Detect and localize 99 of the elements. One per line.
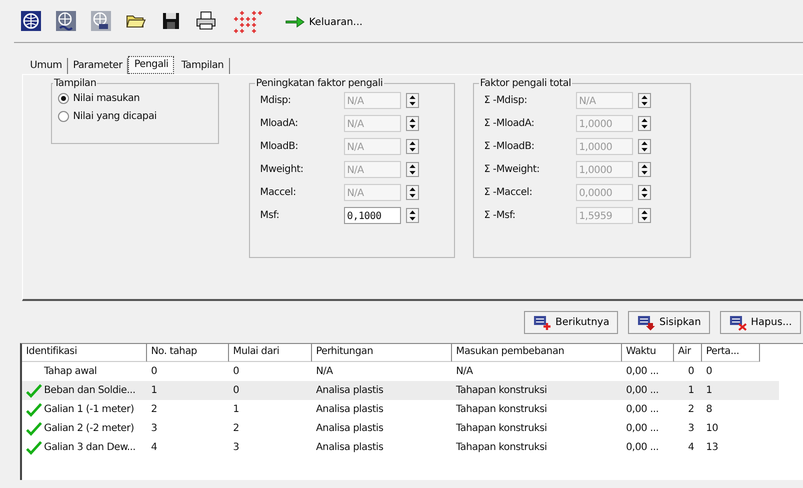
selected-row[interactable]: Beban dan Soldie... 1 0 Analisa plastis Tahapan konstruksi 0,00 ... 1 1 (22, 381, 779, 400)
table-cell: Analisa plastis (316, 423, 384, 434)
radio-label[interactable]: Nilai masukan (73, 92, 140, 104)
spinner-icon[interactable] (638, 208, 651, 223)
field-label: Maccel: (260, 187, 297, 198)
table-cell: Analisa plastis (316, 385, 384, 396)
table-cell: Galian 2 (-2 meter) (44, 423, 134, 434)
spinner-icon[interactable] (638, 162, 651, 177)
field-label: Mdisp: (260, 95, 292, 106)
spinner-icon[interactable] (638, 93, 651, 108)
spinner-icon[interactable] (406, 162, 419, 177)
radio-label[interactable]: Nilai yang dicapai (73, 110, 157, 122)
number-field[interactable]: 0,1000 (344, 207, 401, 224)
field-label: Σ -MloadB: (484, 141, 536, 152)
field-label: Σ -Mweight: (484, 164, 541, 175)
column-header[interactable]: Masukan pembebanan (452, 344, 622, 362)
table-cell: 10 (706, 423, 718, 434)
field-label: Msf: (260, 210, 280, 221)
spinner-icon[interactable] (638, 116, 651, 131)
table-cell: 2 (151, 404, 158, 415)
table-row[interactable]: Galian 3 dan Dew... 4 3 Analisa plastis Tahapan konstruksi 0,00 ... 4 13 (22, 438, 803, 457)
field-label: Σ -Msf: (484, 210, 516, 221)
phase-button[interactable]: Sisipkan (628, 311, 710, 334)
table-cell: N/A (316, 366, 333, 377)
table-cell: 0,00 ... (626, 423, 659, 434)
field-label: MloadB: (260, 141, 300, 152)
table-cell: 3 (151, 423, 158, 434)
spinner-icon[interactable] (406, 185, 419, 200)
tab[interactable]: Pengali (128, 56, 174, 74)
table-cell: Tahapan konstruksi (456, 423, 547, 434)
arrow-icon (285, 16, 305, 28)
tab[interactable]: Umum (25, 58, 68, 74)
table-cell: 8 (706, 404, 712, 415)
spinner-icon[interactable] (638, 185, 651, 200)
table-cell: Analisa plastis (316, 442, 384, 453)
column-header[interactable]: Waktu (622, 344, 674, 362)
table-cell: 0 (151, 366, 158, 377)
table-cell: 4 (151, 442, 158, 453)
table-cell: 0,00 ... (626, 404, 659, 415)
table-cell: 1 (688, 385, 694, 396)
field-label: Σ -Maccel: (484, 187, 534, 198)
column-header[interactable]: Air (674, 344, 702, 362)
spinner-icon[interactable] (406, 139, 419, 154)
field-label: Σ -MloadA: (484, 118, 536, 129)
group-title: Tampilan (53, 78, 98, 89)
table-cell: 0 (688, 366, 694, 377)
insert-row-icon (637, 314, 656, 331)
table-cell: Beban dan Soldie... (44, 385, 136, 396)
phase-button[interactable]: Hapus... (720, 311, 801, 334)
tab[interactable]: Tampilan (176, 58, 230, 74)
delete-row-icon (728, 314, 748, 331)
table-cell: 0 (233, 366, 240, 377)
spinner-icon[interactable] (406, 93, 419, 108)
radio-button[interactable] (58, 92, 69, 104)
table-row[interactable]: Galian 1 (-1 meter) 2 1 Analisa plastis Tahapan konstruksi 0,00 ... 2 8 (22, 400, 803, 419)
column-header[interactable]: Perta... (702, 344, 760, 362)
table-cell: 0,00 ... (626, 442, 659, 453)
table-cell: Galian 1 (-1 meter) (44, 404, 134, 415)
globe-icon[interactable] (55, 10, 77, 34)
table-cell: 2 (233, 423, 240, 434)
table-cell: 1 (706, 385, 712, 396)
field-label: Σ -Mdisp: (484, 95, 528, 106)
globe-icon[interactable] (20, 10, 42, 34)
table-cell: 3 (233, 442, 240, 453)
table-cell: Tahapan konstruksi (456, 442, 547, 453)
column-header[interactable]: No. tahap (147, 344, 229, 362)
phase-button[interactable]: Berikutnya (524, 311, 618, 334)
table-cell: 0 (706, 366, 712, 377)
table-cell: Tahapan konstruksi (456, 385, 547, 396)
column-header[interactable]: Identifikasi (22, 344, 147, 362)
table-cell: 0,00 ... (626, 385, 659, 396)
output-button[interactable]: Keluaran... (283, 14, 365, 30)
table-cell: 0 (233, 385, 240, 396)
field-label: Mweight: (260, 164, 304, 175)
column-header[interactable]: Perhitungan (312, 344, 452, 362)
field-label: MloadA: (260, 118, 299, 129)
spinner-icon[interactable] (406, 208, 419, 223)
spinner-icon[interactable] (406, 116, 419, 131)
table-cell: Tahapan konstruksi (456, 404, 547, 415)
globe-icon[interactable] (90, 10, 112, 34)
group-title: Peningkatan faktor pengali (255, 78, 384, 89)
table-cell: 4 (688, 442, 694, 453)
column-header[interactable]: Mulai dari (229, 344, 312, 362)
table-cell: 0,00 ... (626, 366, 659, 377)
add-row-icon (533, 314, 552, 331)
table-cell: 1 (233, 404, 240, 415)
table-cell: Analisa plastis (316, 404, 384, 415)
group-title: Faktor pengali total (479, 78, 572, 89)
radio-button[interactable] (58, 110, 69, 122)
table-row[interactable]: Galian 2 (-2 meter) 3 2 Analisa plastis Tahapan konstruksi 0,00 ... 3 10 (22, 419, 803, 438)
table-cell: 13 (706, 442, 718, 453)
table-cell: 1 (151, 385, 158, 396)
table-row[interactable]: Tahap awal 0 0 N/A N/A 0,00 ... 0 0 (22, 362, 803, 381)
table-cell: 3 (688, 423, 694, 434)
spinner-icon[interactable] (638, 139, 651, 154)
table-cell: Galian 3 dan Dew... (44, 442, 136, 453)
table-cell: Tahap awal (44, 366, 97, 377)
table-cell: N/A (456, 366, 473, 377)
table-cell: 2 (688, 404, 694, 415)
